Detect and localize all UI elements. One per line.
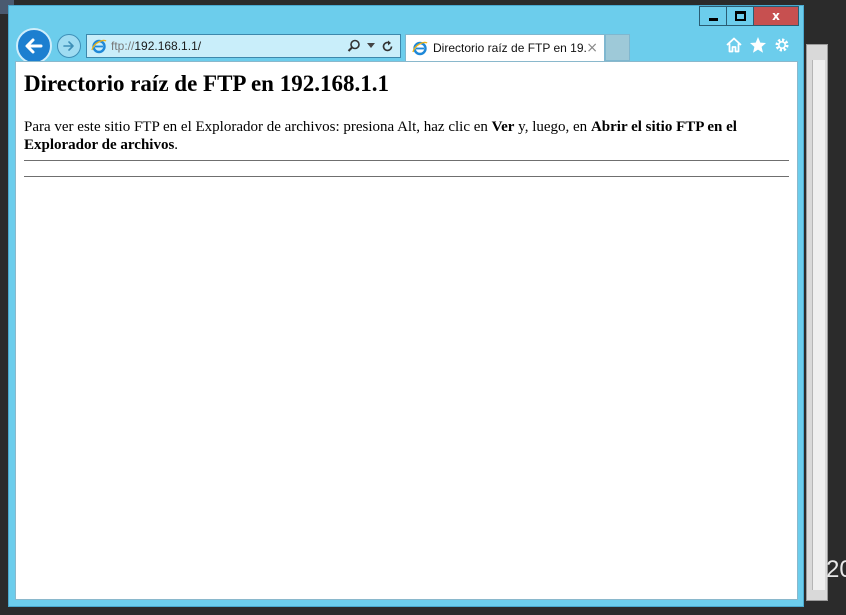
tab-title: Directorio raíz de FTP en 19... xyxy=(433,41,587,55)
minimize-button[interactable] xyxy=(699,6,726,26)
instruction-text: Para ver este sitio FTP en el Explorador… xyxy=(24,118,789,154)
search-icon[interactable] xyxy=(347,39,361,53)
page-content: Directorio raíz de FTP en 192.168.1.1 Pa… xyxy=(15,61,798,600)
divider-top xyxy=(24,160,789,161)
address-tools xyxy=(347,39,394,53)
back-button[interactable] xyxy=(16,28,52,64)
address-host: 192.168.1.1/ xyxy=(134,39,202,53)
address-bar[interactable]: ftp://192.168.1.1/ xyxy=(86,34,401,58)
favorites-star-icon[interactable] xyxy=(749,36,767,54)
tab-close-icon[interactable]: × xyxy=(586,40,598,56)
maximize-icon xyxy=(734,11,746,21)
caption-buttons: x xyxy=(699,6,799,26)
internet-explorer-icon xyxy=(412,41,428,56)
page-title: Directorio raíz de FTP en 192.168.1.1 xyxy=(24,71,389,96)
browser-window: x ftp://192.168.1.1/ Directorio raíz de … xyxy=(8,5,804,607)
maximize-button[interactable] xyxy=(726,6,753,26)
minimize-icon xyxy=(708,17,718,21)
internet-explorer-icon xyxy=(91,39,107,54)
forward-button[interactable] xyxy=(57,34,81,58)
instruction-prefix: Para ver este sitio FTP en el Explorador… xyxy=(24,119,492,135)
tab-ftp-root[interactable]: Directorio raíz de FTP en 19... × xyxy=(405,34,605,61)
instruction-end: . xyxy=(174,137,179,153)
background-window-inner xyxy=(812,60,825,590)
settings-gear-icon[interactable] xyxy=(773,36,791,54)
refresh-icon[interactable] xyxy=(381,40,394,53)
forward-arrow-icon xyxy=(63,41,74,51)
address-scheme: ftp:// xyxy=(111,39,135,53)
divider-bottom xyxy=(24,176,789,177)
toolbar-icons xyxy=(725,36,791,54)
taskbar-clock-fragment: 20 xyxy=(826,556,846,583)
close-button[interactable]: x xyxy=(753,6,799,26)
dropdown-arrow-icon[interactable] xyxy=(367,43,375,49)
instruction-middle: y, luego, en xyxy=(514,119,591,135)
new-tab-button[interactable] xyxy=(605,34,630,61)
address-input[interactable]: ftp://192.168.1.1/ xyxy=(111,39,347,53)
home-icon[interactable] xyxy=(725,36,743,54)
close-icon: x xyxy=(772,9,780,23)
instruction-view-keyword: Ver xyxy=(491,119,515,135)
back-arrow-icon xyxy=(25,38,43,54)
